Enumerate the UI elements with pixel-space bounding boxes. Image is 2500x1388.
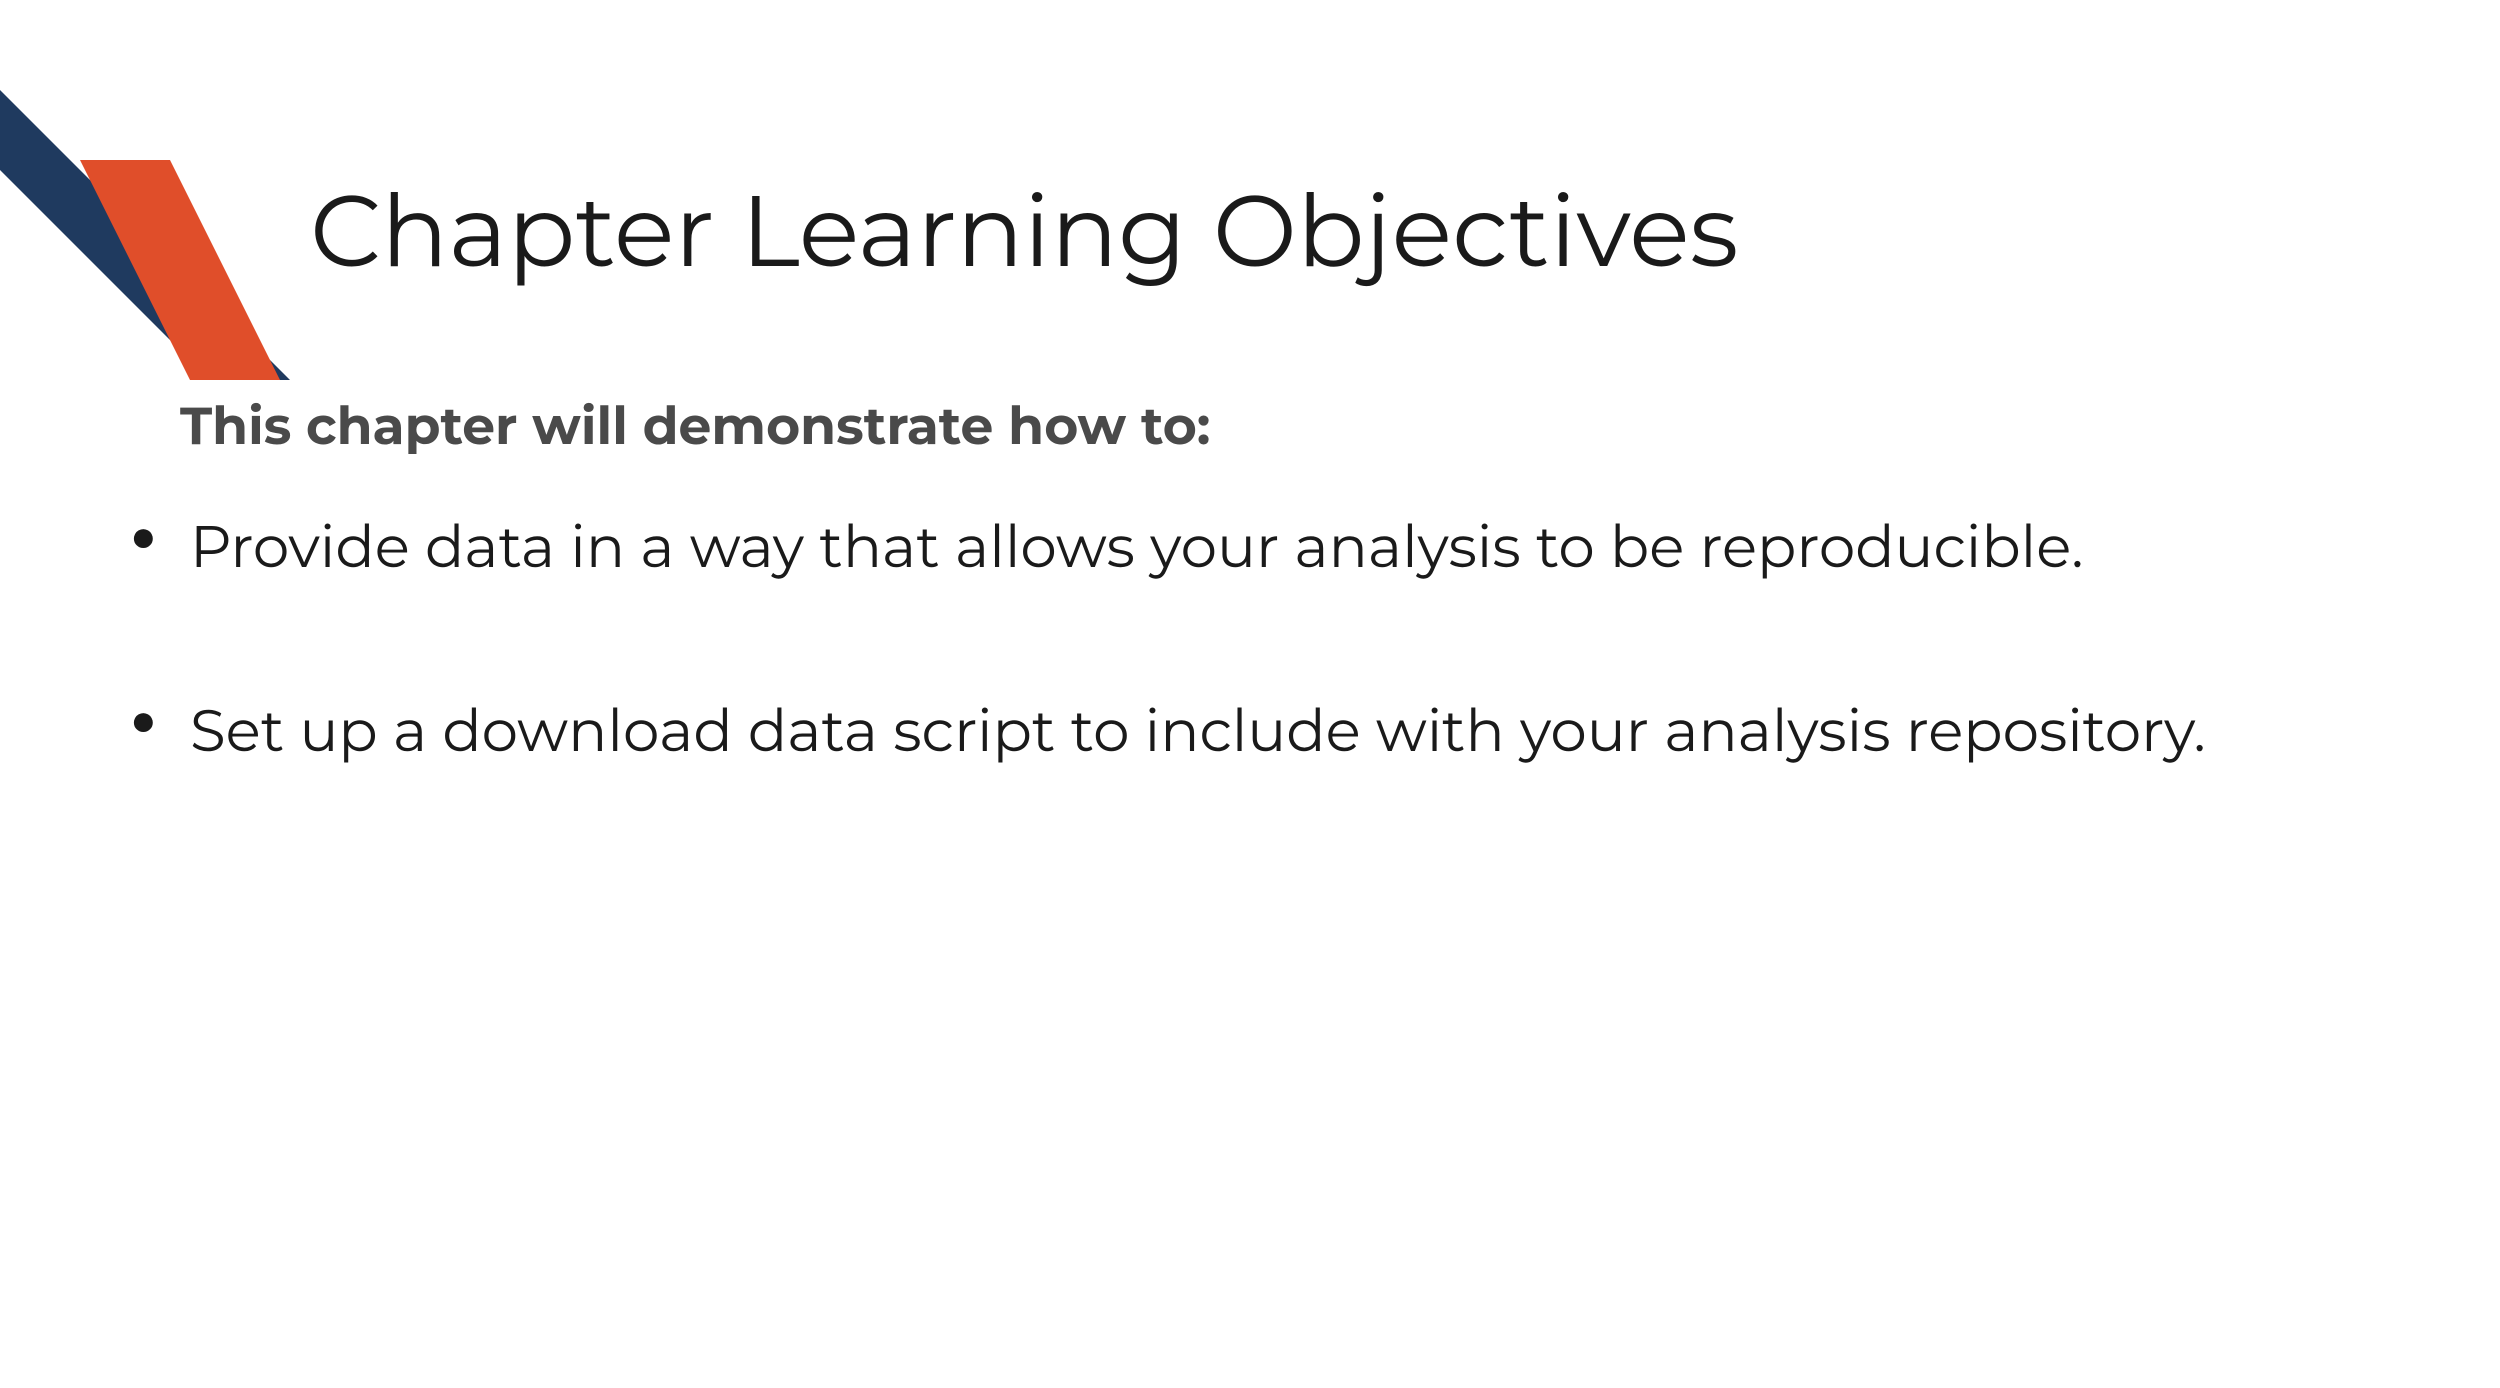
bullet-list: Provide data in a way that allows your a… (130, 505, 2206, 873)
slide-subtitle: This chapter will demonstrate how to: (180, 395, 1210, 458)
slide-title: Chapter Learning Objectives (310, 170, 1738, 292)
bullet-item: Provide data in a way that allows your a… (130, 505, 2206, 589)
corner-decoration (0, 0, 300, 385)
bullet-item: Set up a download data script to include… (130, 689, 2206, 773)
